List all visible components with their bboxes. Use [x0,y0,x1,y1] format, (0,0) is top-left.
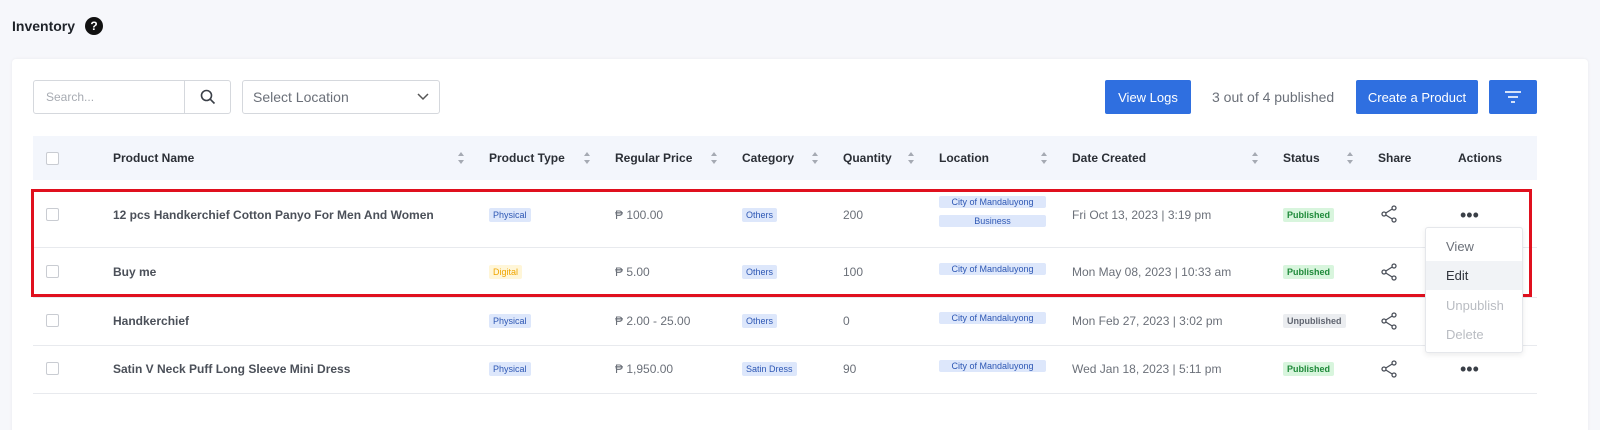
row-checkbox[interactable] [46,265,59,278]
regular-price: ₱ 100.00 [615,208,664,222]
quantity: 90 [843,362,857,376]
product-name[interactable]: Satin V Neck Puff Long Sleeve Mini Dress [113,362,350,376]
column-header-date-created[interactable]: Date Created [1072,136,1146,180]
table-row: 12 pcs Handkerchief Cotton Panyo For Men… [33,180,1537,248]
sort-icon[interactable] [711,152,717,164]
publish-count: 3 out of 4 published [1212,89,1335,105]
product-name[interactable]: Handkerchief [113,314,189,328]
table-header: Product Name Product Type Regular Price … [33,136,1537,180]
column-header-category[interactable]: Category [742,136,794,180]
status-badge: Published [1283,362,1335,376]
create-product-button[interactable]: Create a Product [1356,80,1478,114]
more-actions-icon[interactable]: ••• [1460,206,1479,224]
category-badge: Others [742,265,778,279]
quantity: 200 [843,208,864,222]
share-icon[interactable] [1380,205,1398,223]
sort-icon[interactable] [584,152,590,164]
regular-price: ₱ 2.00 - 25.00 [615,314,691,328]
quantity: 0 [843,314,850,328]
filter-button[interactable] [1489,80,1537,114]
menu-item-unpublish[interactable]: Unpublish [1426,291,1522,320]
status-badge: Published [1283,208,1335,222]
page-title: Inventory [12,18,76,34]
page-header: Inventory ? [12,17,104,35]
chevron-down-icon [417,93,429,101]
sort-icon[interactable] [812,152,818,164]
date-created: Mon May 08, 2023 | 10:33 am [1072,265,1232,279]
search-box [33,80,231,114]
more-actions-icon[interactable]: ••• [1460,360,1479,378]
column-header-product-type[interactable]: Product Type [489,136,565,180]
share-icon[interactable] [1380,360,1398,378]
category-badge: Others [742,314,778,328]
menu-item-view[interactable]: View [1426,232,1522,261]
table-row: Satin V Neck Puff Long Sleeve Mini Dress… [33,346,1537,394]
sort-icon[interactable] [1252,152,1258,164]
row-checkbox[interactable] [46,208,59,221]
menu-item-edit[interactable]: Edit [1426,261,1522,290]
search-icon [200,89,215,105]
row-checkbox[interactable] [46,314,59,327]
location-tag: City of Mandaluyong [939,196,1046,208]
search-button[interactable] [184,81,230,113]
filter-icon [1505,91,1521,103]
location-select[interactable]: Select Location [242,80,440,114]
sort-icon[interactable] [908,152,914,164]
product-name[interactable]: Buy me [113,265,156,279]
location-tag: City of Mandaluyong [939,312,1046,324]
product-type-badge: Digital [489,265,523,279]
location-tag: Business [939,215,1046,227]
view-logs-button[interactable]: View Logs [1105,80,1191,114]
status-badge: Unpublished [1283,314,1346,328]
location-select-label: Select Location [253,89,349,105]
share-icon[interactable] [1380,263,1398,281]
product-type-badge: Physical [489,208,531,222]
regular-price: ₱ 1,950.00 [615,362,674,376]
quantity: 100 [843,265,864,279]
question-circle-icon[interactable]: ? [85,17,104,35]
share-icon[interactable] [1380,312,1398,330]
actions-menu: View Edit Unpublish Delete [1425,227,1523,353]
date-created: Fri Oct 13, 2023 | 3:19 pm [1072,208,1212,222]
date-created: Mon Feb 27, 2023 | 3:02 pm [1072,314,1223,328]
product-type-badge: Physical [489,362,531,376]
row-checkbox[interactable] [46,362,59,375]
status-badge: Published [1283,265,1335,279]
menu-item-delete[interactable]: Delete [1426,320,1522,349]
date-created: Wed Jan 18, 2023 | 5:11 pm [1072,362,1222,376]
sort-icon[interactable] [1347,152,1353,164]
product-type-badge: Physical [489,314,531,328]
product-name[interactable]: 12 pcs Handkerchief Cotton Panyo For Men… [113,208,434,222]
category-badge: Satin Dress [742,362,797,376]
select-all-checkbox[interactable] [46,152,59,165]
sort-icon[interactable] [458,152,464,164]
column-header-location[interactable]: Location [939,136,989,180]
column-header-status[interactable]: Status [1283,136,1320,180]
location-tag: City of Mandaluyong [939,360,1046,372]
table-row: Buy me Digital ₱ 5.00 Others 100 City of… [33,248,1537,298]
column-header-share: Share [1378,151,1412,165]
search-input[interactable] [34,81,184,113]
location-tag: City of Mandaluyong [939,263,1046,275]
table-row: Handkerchief Physical ₱ 2.00 - 25.00 Oth… [33,298,1537,346]
sort-icon[interactable] [1041,152,1047,164]
category-badge: Others [742,208,778,222]
column-header-actions: Actions [1458,151,1503,165]
column-header-quantity[interactable]: Quantity [843,136,892,180]
column-header-regular-price[interactable]: Regular Price [615,136,692,180]
regular-price: ₱ 5.00 [615,265,650,279]
column-header-product-name[interactable]: Product Name [113,136,194,180]
